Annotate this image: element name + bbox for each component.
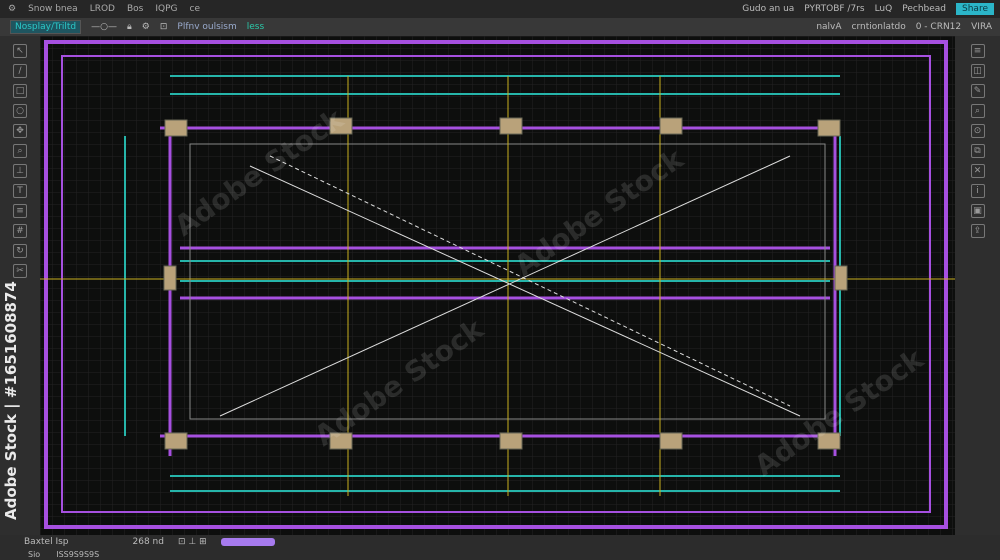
text-tool-icon[interactable]: T bbox=[13, 184, 27, 198]
toolbar-item[interactable]: crntionlatdo bbox=[852, 22, 906, 32]
toolbar-label-suffix: less bbox=[246, 22, 265, 32]
menu-item[interactable]: ce bbox=[190, 4, 201, 14]
menu-item[interactable]: Bos bbox=[127, 4, 143, 14]
export-icon[interactable]: ⇪ bbox=[970, 224, 985, 238]
rect-tool-icon[interactable]: □ bbox=[13, 84, 27, 98]
search-tool-icon[interactable]: ⌕ bbox=[13, 144, 27, 158]
drawing-canvas[interactable]: Adobe Stock Adobe Stock Adobe Stock Adob… bbox=[40, 36, 955, 535]
move-tool-icon[interactable]: ✥ bbox=[13, 124, 27, 138]
menu-item[interactable]: IQPG bbox=[155, 4, 177, 14]
toolbar-item[interactable]: 0 - CRN12 bbox=[916, 22, 961, 32]
select-tool-icon[interactable]: ↖ bbox=[13, 44, 27, 58]
toolbar-item[interactable]: VIRA bbox=[971, 22, 992, 32]
share-button[interactable]: Share bbox=[956, 3, 994, 15]
toolbar-label: Plfnv oulsism bbox=[177, 22, 237, 32]
slider[interactable]: —○— bbox=[91, 22, 117, 32]
watermark-vertical: Adobe Stock | #1651608874 bbox=[2, 281, 20, 520]
info-icon[interactable]: i bbox=[970, 184, 985, 198]
layer-tool-icon[interactable]: ≡ bbox=[13, 204, 27, 218]
menu-item[interactable]: LuQ bbox=[875, 4, 893, 14]
properties-icon[interactable]: ≡ bbox=[970, 44, 985, 58]
settings-icon[interactable]: ⚙ bbox=[142, 22, 150, 32]
status-bar: Baxtel Isp 268 nd ⊡ ⊥ ⊞ Sio ISS9S9S9S bbox=[0, 535, 1000, 560]
delete-icon[interactable]: ✕ bbox=[970, 164, 985, 178]
toolbar-item[interactable]: nalvA bbox=[816, 22, 841, 32]
grid bbox=[40, 36, 955, 535]
toolbar-right: nalvA crntionlatdo 0 - CRN12 VIRA bbox=[816, 18, 992, 36]
coordinates: ISS9S9S9S bbox=[56, 550, 100, 559]
rotate-tool-icon[interactable]: ↻ bbox=[13, 244, 27, 258]
zoom-level[interactable]: 268 nd bbox=[133, 537, 164, 547]
grid-tool-icon[interactable]: # bbox=[13, 224, 27, 238]
pin-icon[interactable]: ⊙ bbox=[970, 124, 985, 138]
snap-icon[interactable]: ⊡ bbox=[160, 22, 168, 32]
view-field[interactable]: Nosplay/Triltd bbox=[10, 20, 82, 34]
line-tool-icon[interactable]: / bbox=[13, 64, 27, 78]
circle-tool-icon[interactable]: ○ bbox=[13, 104, 27, 118]
zoom-icon[interactable]: ⌕ bbox=[970, 104, 985, 118]
menu-item[interactable]: Gudo an ua bbox=[742, 4, 794, 14]
pen-icon[interactable]: ✎ bbox=[970, 84, 985, 98]
cad-drawing bbox=[40, 36, 955, 535]
menu-item[interactable]: PYRTOBF /7rs bbox=[804, 4, 864, 14]
layers-icon[interactable]: ◫ bbox=[970, 64, 985, 78]
copy-icon[interactable]: ⧉ bbox=[970, 144, 985, 158]
right-tool-panel: ≡ ◫ ✎ ⌕ ⊙ ⧉ ✕ i ▣ ⇪ bbox=[955, 36, 1000, 536]
layer-label[interactable]: Baxtel Isp bbox=[24, 537, 69, 547]
menu-item[interactable]: Snow bnea bbox=[28, 4, 78, 14]
trim-tool-icon[interactable]: ✂ bbox=[13, 264, 27, 278]
app-icon[interactable]: ⚙ bbox=[8, 4, 16, 14]
progress-bar bbox=[220, 538, 275, 546]
lock-icon[interactable]: ▣ bbox=[970, 204, 985, 218]
lock-icon[interactable]: 🔒︎ bbox=[127, 22, 132, 32]
menu-item[interactable]: LROD bbox=[90, 4, 115, 14]
snap-icon[interactable]: ⊡ ⊥ ⊞ bbox=[178, 537, 207, 547]
status-text: Sio bbox=[28, 550, 41, 559]
menu-item[interactable]: Pechbead bbox=[902, 4, 946, 14]
measure-tool-icon[interactable]: ⊥ bbox=[13, 164, 27, 178]
menu-right: Gudo an ua PYRTOBF /7rs LuQ Pechbead Sha… bbox=[742, 0, 994, 18]
